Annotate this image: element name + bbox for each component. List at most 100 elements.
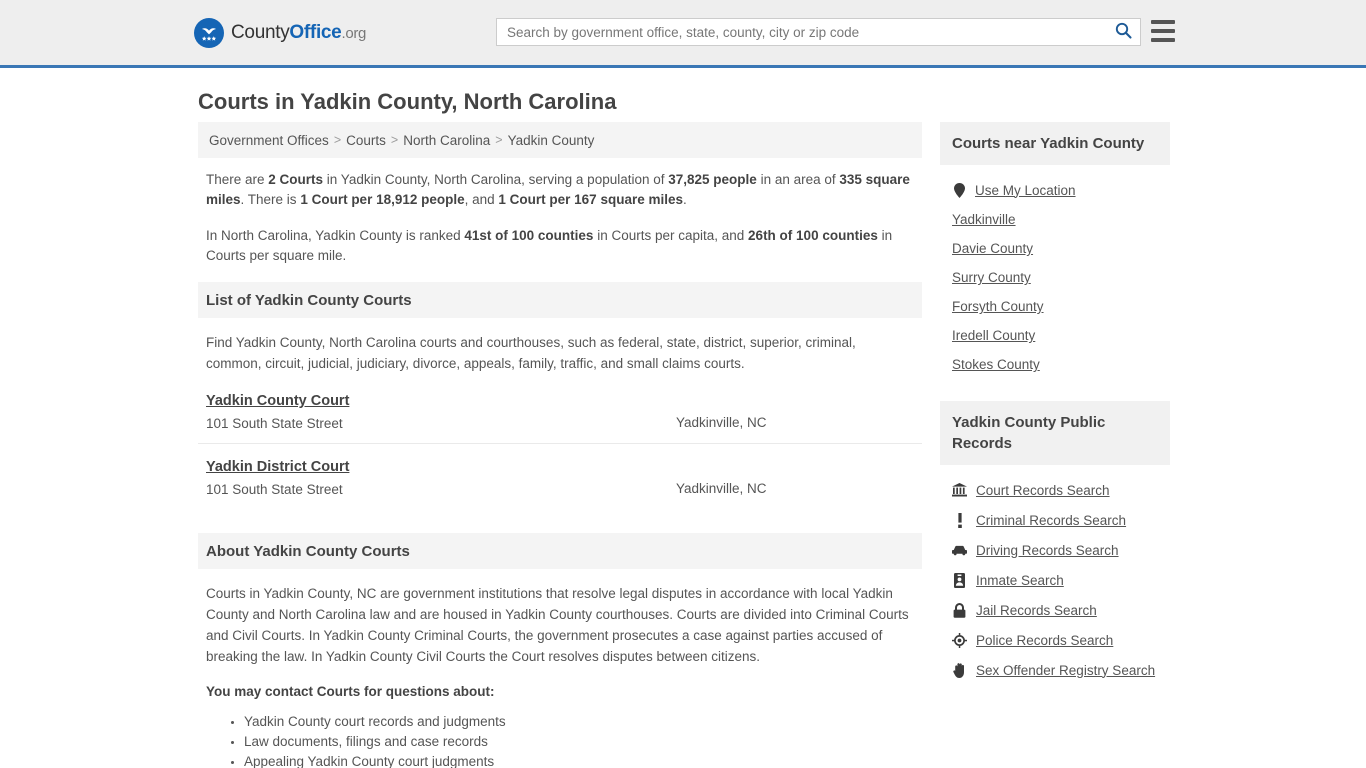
court-name-link[interactable]: Yadkin County Court: [206, 393, 349, 409]
stat-value: 37,825 people: [668, 172, 757, 187]
list-section-description: Find Yadkin County, North Carolina court…: [206, 335, 856, 371]
sidebar-link-label: Surry County: [952, 270, 1031, 285]
logo-text-county: County: [231, 22, 290, 43]
sidebar-link-label: Court Records Search: [976, 482, 1110, 498]
eagle-shield-logo-icon: [194, 18, 224, 48]
breadcrumb-item-courts[interactable]: Courts: [343, 133, 389, 148]
nearby-link-use-my-location[interactable]: Use My Location: [940, 175, 1170, 205]
list-section-heading: List of Yadkin County Courts: [206, 291, 412, 309]
nearby-link-davie-county[interactable]: Davie County: [940, 234, 1170, 263]
court-list-item: Yadkin County Court 101 South State Stree…: [198, 386, 922, 443]
records-link-sex-offender-registry-search[interactable]: Sex Offender Registry Search: [940, 655, 1170, 685]
site-logo[interactable]: CountyOffice.org: [194, 18, 366, 48]
sidebar-link-label: Criminal Records Search: [976, 512, 1127, 528]
records-link-criminal-records-search[interactable]: Criminal Records Search: [940, 505, 1170, 535]
hand-icon: [952, 662, 967, 678]
sidebar-link-label: Use My Location: [975, 182, 1076, 198]
sidebar-link-label: Driving Records Search: [976, 542, 1119, 558]
search-input[interactable]: [497, 19, 1106, 45]
public-records-header: Yadkin County Public Records: [940, 401, 1170, 465]
map-pin-icon: [952, 182, 967, 198]
exclamation-icon: [952, 512, 967, 528]
records-link-court-records-search[interactable]: Court Records Search: [940, 475, 1170, 505]
intro-stats: There are 2 Courts in Yadkin County, Nor…: [198, 158, 922, 266]
page-title: Courts in Yadkin County, North Carolina: [198, 89, 617, 114]
records-link-police-records-search[interactable]: Police Records Search: [940, 625, 1170, 655]
search-bar[interactable]: [496, 18, 1141, 46]
contact-topic-item: Law documents, filings and case records: [244, 732, 914, 752]
stat-value: 2 Courts: [268, 172, 324, 187]
breadcrumb-item-north-carolina[interactable]: North Carolina: [400, 133, 493, 148]
sidebar-link-label: Davie County: [952, 241, 1034, 256]
court-city-state: Yadkinville, NC: [676, 415, 767, 430]
police-badge-icon: [952, 632, 967, 648]
court-city-state: Yadkinville, NC: [676, 481, 767, 496]
sidebar-link-label: Stokes County: [952, 357, 1040, 372]
contact-topic-list: Yadkin County court records and judgment…: [206, 712, 914, 768]
court-details: Yadkin County Court 101 South State Stree…: [206, 392, 676, 431]
about-section-heading: About Yadkin County Courts: [206, 542, 410, 560]
site-header: CountyOffice.org: [0, 0, 1366, 68]
nearby-courts-heading: Courts near Yadkin County: [952, 135, 1145, 152]
site-logo-text: CountyOffice.org: [231, 22, 366, 44]
logo-text-org: .org: [341, 25, 367, 42]
sidebar-link-label: Iredell County: [952, 328, 1036, 343]
sidebar-link-label: Yadkinville: [952, 212, 1016, 227]
lock-icon: [952, 602, 967, 618]
court-address: 101 South State Street: [206, 482, 343, 497]
contact-lead: You may contact Courts for questions abo…: [206, 684, 495, 699]
breadcrumb: Government Offices > Courts > North Carolina…: [198, 122, 922, 158]
breadcrumb-item-government-offices[interactable]: Government Offices: [206, 133, 332, 148]
public-records-heading: Yadkin County Public Records: [952, 414, 1106, 452]
court-name-link[interactable]: Yadkin District Court: [206, 459, 349, 475]
records-link-inmate-search[interactable]: Inmate Search: [940, 565, 1170, 595]
court-address: 101 South State Street: [206, 416, 343, 431]
contact-topic-item: Yadkin County court records and judgment…: [244, 712, 914, 732]
contact-topic-item: Appealing Yadkin County court judgments: [244, 752, 914, 768]
breadcrumb-separator: >: [390, 133, 399, 147]
stat-text: In North Carolina, Yadkin County is rank…: [206, 228, 465, 243]
records-link-jail-records-search[interactable]: Jail Records Search: [940, 595, 1170, 625]
car-icon: [952, 542, 967, 558]
list-section-body: Find Yadkin County, North Carolina court…: [198, 318, 922, 374]
stat-value: 1 Court per 167 square miles: [498, 192, 683, 207]
court-details: Yadkin District Court 101 South State Str…: [206, 458, 676, 497]
sidebar-link-label: Forsyth County: [952, 299, 1044, 314]
about-paragraph: Courts in Yadkin County, NC are governme…: [206, 586, 909, 664]
list-section-header: List of Yadkin County Courts: [198, 282, 922, 318]
logo-text-office: Office: [289, 22, 342, 43]
intro-paragraph-1: There are 2 Courts in Yadkin County, Nor…: [206, 170, 914, 210]
intro-paragraph-2: In North Carolina, Yadkin County is rank…: [206, 226, 914, 266]
sidebar-link-label: Sex Offender Registry Search: [976, 662, 1156, 678]
stat-text: , and: [464, 192, 499, 207]
court-list-item: Yadkin District Court 101 South State Str…: [198, 443, 922, 509]
about-section-body: Courts in Yadkin County, NC are governme…: [198, 569, 922, 768]
nearby-link-iredell-county[interactable]: Iredell County: [940, 321, 1170, 350]
hamburger-bar: [1151, 20, 1175, 24]
stat-value: 26th of 100 counties: [748, 228, 878, 243]
about-section-header: About Yadkin County Courts: [198, 533, 922, 569]
stat-text: in Yadkin County, North Carolina, servin…: [323, 172, 669, 187]
sidebar: Courts near Yadkin County Use My Locatio…: [940, 122, 1170, 768]
nearby-link-yadkinville[interactable]: Yadkinville: [940, 205, 1170, 234]
stat-text: There are: [206, 172, 269, 187]
stat-text: in Courts per capita, and: [593, 228, 749, 243]
nearby-link-surry-county[interactable]: Surry County: [940, 263, 1170, 292]
court-list: Yadkin County Court 101 South State Stree…: [198, 386, 922, 509]
content-columns: Government Offices > Courts > North Carolina…: [0, 122, 1366, 768]
sidebar-link-label: Jail Records Search: [976, 602, 1097, 618]
breadcrumb-item-yadkin-county[interactable]: Yadkin County: [505, 133, 598, 148]
nearby-link-forsyth-county[interactable]: Forsyth County: [940, 292, 1170, 321]
hamburger-bar: [1151, 29, 1175, 33]
breadcrumb-separator: >: [333, 133, 342, 147]
hamburger-menu-icon[interactable]: [1151, 20, 1175, 42]
search-button[interactable]: [1106, 19, 1140, 45]
public-records-links: Court Records Search Criminal Records Sea…: [940, 475, 1170, 693]
nearby-link-stokes-county[interactable]: Stokes County: [940, 350, 1170, 379]
breadcrumb-separator: >: [495, 133, 503, 147]
sidebar-link-label: Inmate Search: [976, 572, 1064, 588]
stat-value: 41st of 100 counties: [464, 228, 594, 243]
courthouse-icon: [952, 482, 967, 498]
records-link-driving-records-search[interactable]: Driving Records Search: [940, 535, 1170, 565]
search-icon: [1115, 22, 1132, 42]
